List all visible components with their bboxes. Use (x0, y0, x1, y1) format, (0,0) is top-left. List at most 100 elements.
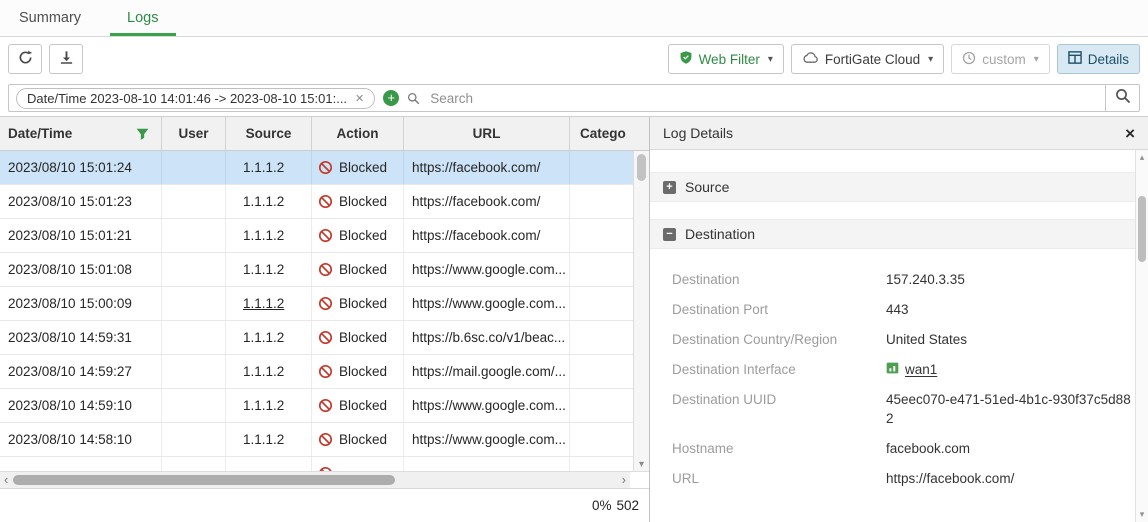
field-value: 157.240.3.35 (886, 270, 1135, 289)
table-row[interactable]: 2023/08/10 15:01:21 1.1.1.2 Blocked http… (0, 219, 633, 253)
search-button[interactable] (1105, 85, 1139, 111)
table-row[interactable]: 2023/08/10 15:01:23 1.1.1.2 Blocked http… (0, 185, 633, 219)
expand-icon[interactable]: + (663, 181, 676, 194)
filter-chip[interactable]: Date/Time 2023-08-10 14:01:46 -> 2023-08… (16, 88, 375, 109)
scroll-right-icon[interactable]: › (622, 473, 626, 487)
cell-source[interactable]: 1.1.1.2 (226, 321, 312, 354)
table-row[interactable]: 2023/08/10 14:59:27 1.1.1.2 Blocked http… (0, 355, 633, 389)
field-row: Hostname facebook.com (650, 434, 1135, 464)
load-progress: 0% (592, 498, 612, 513)
column-header-source[interactable]: Source (226, 117, 312, 150)
cell-action (312, 457, 404, 471)
details-scrollbar-thumb[interactable] (1138, 196, 1146, 262)
table-row[interactable]: 2023/08/10 15:01:08 1.1.1.2 Blocked http… (0, 253, 633, 287)
remove-filter-icon[interactable]: ✕ (355, 92, 364, 105)
cell-action: Blocked (312, 253, 404, 286)
refresh-button[interactable] (8, 44, 42, 74)
log-count: 502 (616, 498, 639, 513)
cell-action: Blocked (312, 355, 404, 388)
field-label: Destination Country/Region (672, 330, 886, 349)
field-value: https://facebook.com/ (886, 469, 1135, 488)
interface-icon (886, 360, 899, 379)
content-area: Date/Time User Source Action URL Catego … (0, 116, 1148, 522)
cell-source[interactable]: 1.1.1.2 (226, 185, 312, 218)
cell-datetime: 2023/08/10 15:01:23 (0, 185, 162, 218)
column-header-category[interactable]: Catego (570, 117, 649, 150)
field-row: Destination UUID 45eec070-e471-51ed-4b1c… (650, 385, 1135, 434)
section-source[interactable]: + Source (650, 172, 1135, 202)
cell-url (404, 457, 570, 471)
log-type-dropdown[interactable]: Web Filter ▾ (668, 44, 784, 74)
clock-icon (962, 51, 976, 68)
blocked-icon (318, 330, 333, 345)
horizontal-scrollbar-thumb[interactable] (13, 475, 395, 485)
search-filter-area: Date/Time 2023-08-10 14:01:46 -> 2023-08… (9, 88, 1105, 109)
tab-summary[interactable]: Summary (2, 0, 98, 36)
filter-funnel-icon[interactable] (136, 128, 149, 140)
blocked-icon (318, 364, 333, 379)
column-header-action[interactable]: Action (312, 117, 404, 150)
cell-user (162, 287, 226, 320)
log-details-body: + Source − Destination Destination 157.2… (650, 150, 1135, 522)
column-label: Date/Time (8, 126, 72, 141)
table-row-partial[interactable] (0, 457, 633, 471)
chevron-down-icon: ▾ (1034, 54, 1039, 65)
table-vertical-scrollbar[interactable]: ▾ (633, 151, 649, 471)
cell-source[interactable]: 1.1.1.2 (226, 287, 312, 320)
search-row: Date/Time 2023-08-10 14:01:46 -> 2023-08… (0, 81, 1148, 116)
log-table: Date/Time User Source Action URL Catego … (0, 117, 650, 522)
column-label: Action (337, 126, 379, 141)
column-header-user[interactable]: User (162, 117, 226, 150)
close-icon[interactable]: × (1125, 125, 1135, 142)
vertical-scrollbar-thumb[interactable] (637, 154, 646, 181)
cell-datetime: 2023/08/10 14:59:27 (0, 355, 162, 388)
scroll-up-icon[interactable]: ▴ (1136, 153, 1148, 162)
table-row[interactable]: 2023/08/10 14:59:10 1.1.1.2 Blocked http… (0, 389, 633, 423)
column-header-datetime[interactable]: Date/Time (0, 117, 162, 150)
add-filter-icon[interactable]: + (383, 90, 399, 106)
table-horizontal-scrollbar[interactable]: ‹ › (0, 472, 630, 488)
cell-user (162, 457, 226, 471)
details-toggle-button[interactable]: Details (1057, 44, 1140, 74)
toolbar: Web Filter ▾ FortiGate Cloud ▾ custom ▾ (0, 37, 1148, 81)
field-label: Destination Interface (672, 360, 886, 379)
field-value-interface[interactable]: wan1 (886, 360, 1135, 379)
cell-user (162, 321, 226, 354)
search-input[interactable] (428, 90, 1098, 107)
blocked-icon (318, 398, 333, 413)
toolbar-left (8, 44, 83, 74)
details-vertical-scrollbar[interactable]: ▴ ▾ (1135, 150, 1148, 522)
blocked-icon (318, 432, 333, 447)
time-range-dropdown[interactable]: custom ▾ (951, 44, 1050, 74)
log-source-dropdown[interactable]: FortiGate Cloud ▾ (791, 44, 944, 74)
time-range-label: custom (982, 52, 1026, 67)
cell-source[interactable]: 1.1.1.2 (226, 389, 312, 422)
cell-source[interactable]: 1.1.1.2 (226, 355, 312, 388)
cell-url: https://facebook.com/ (404, 151, 570, 184)
cell-source[interactable]: 1.1.1.2 (226, 423, 312, 456)
table-row[interactable]: 2023/08/10 15:00:09 1.1.1.2 Blocked http… (0, 287, 633, 321)
cell-source[interactable]: 1.1.1.2 (226, 151, 312, 184)
scroll-left-icon[interactable]: ‹ (4, 473, 8, 487)
cell-action: Blocked (312, 389, 404, 422)
cell-source[interactable]: 1.1.1.2 (226, 219, 312, 252)
column-label: URL (473, 126, 501, 141)
table-row[interactable]: 2023/08/10 14:58:10 1.1.1.2 Blocked http… (0, 423, 633, 457)
log-viewer-window: Summary Logs Web Filter ▾ (0, 0, 1148, 522)
column-header-url[interactable]: URL (404, 117, 570, 150)
search-icon (1115, 88, 1131, 109)
cell-datetime (0, 457, 162, 471)
section-destination[interactable]: − Destination (650, 219, 1135, 249)
column-label: Source (246, 126, 292, 141)
scroll-down-icon[interactable]: ▾ (1136, 510, 1148, 519)
collapse-icon[interactable]: − (663, 228, 676, 241)
cell-source (226, 457, 312, 471)
cell-datetime: 2023/08/10 14:59:10 (0, 389, 162, 422)
tab-logs[interactable]: Logs (110, 0, 175, 36)
cell-source[interactable]: 1.1.1.2 (226, 253, 312, 286)
download-button[interactable] (49, 44, 83, 74)
field-row: Destination Port 443 (650, 295, 1135, 325)
scroll-down-icon[interactable]: ▾ (634, 460, 649, 470)
table-row[interactable]: 2023/08/10 14:59:31 1.1.1.2 Blocked http… (0, 321, 633, 355)
table-row[interactable]: 2023/08/10 15:01:24 1.1.1.2 Blocked http… (0, 151, 633, 185)
